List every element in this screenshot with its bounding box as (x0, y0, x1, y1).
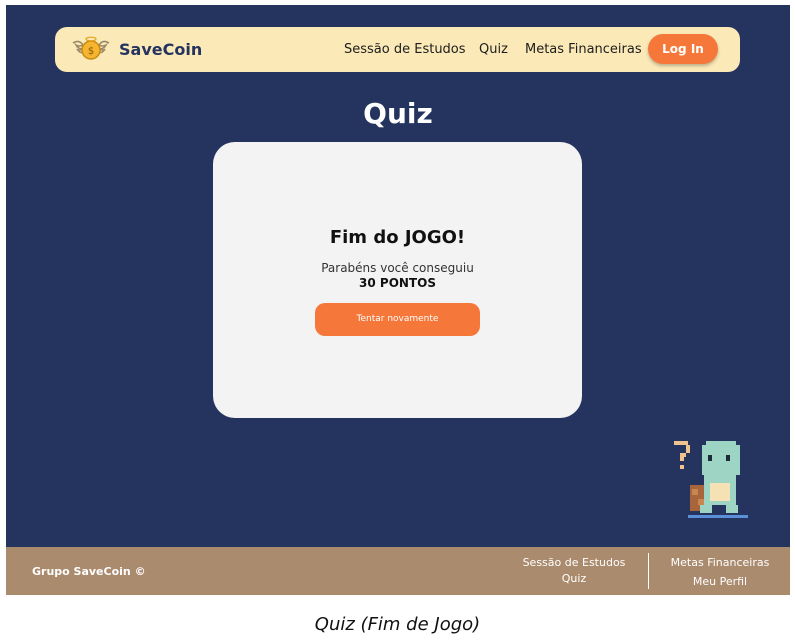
figure-caption: Quiz (Fim de Jogo) (314, 614, 481, 635)
nav-link-quiz[interactable]: Quiz (479, 42, 508, 57)
game-over-title: Fim do JOGO! (329, 227, 466, 248)
score-text: 30 PONTOS (359, 276, 436, 290)
brand-name[interactable]: SaveCoin (119, 40, 202, 59)
navbar: $ SaveCoin Sessão de Estudos Quiz Metas … (55, 27, 740, 72)
footer-link-quiz[interactable]: Quiz (514, 572, 634, 585)
result-card: Fim do JOGO! Parabéns você conseguiu 30 … (213, 142, 582, 418)
footer-link-sessao-de-estudos[interactable]: Sessão de Estudos (514, 556, 634, 569)
footer-link-metas-financeiras[interactable]: Metas Financeiras (658, 556, 782, 569)
turtle-mascot-icon (674, 441, 748, 518)
footer: Grupo SaveCoin © Sessão de Estudos Quiz … (6, 547, 790, 595)
nav-link-sessao-de-estudos[interactable]: Sessão de Estudos (344, 42, 466, 57)
retry-button[interactable]: Tentar novamente (315, 303, 480, 336)
app-screen: $ SaveCoin Sessão de Estudos Quiz Metas … (6, 5, 790, 595)
footer-divider (648, 553, 649, 589)
page-title: Quiz (363, 97, 433, 130)
congrats-message: Parabéns você conseguiu (321, 261, 474, 275)
winged-coin-logo-icon[interactable]: $ (71, 35, 111, 63)
nav-link-metas-financeiras[interactable]: Metas Financeiras (525, 42, 642, 57)
footer-brand: Grupo SaveCoin © (32, 565, 146, 578)
footer-link-meu-perfil[interactable]: Meu Perfil (658, 575, 782, 588)
login-button[interactable]: Log In (648, 34, 718, 64)
svg-text:$: $ (88, 46, 94, 57)
